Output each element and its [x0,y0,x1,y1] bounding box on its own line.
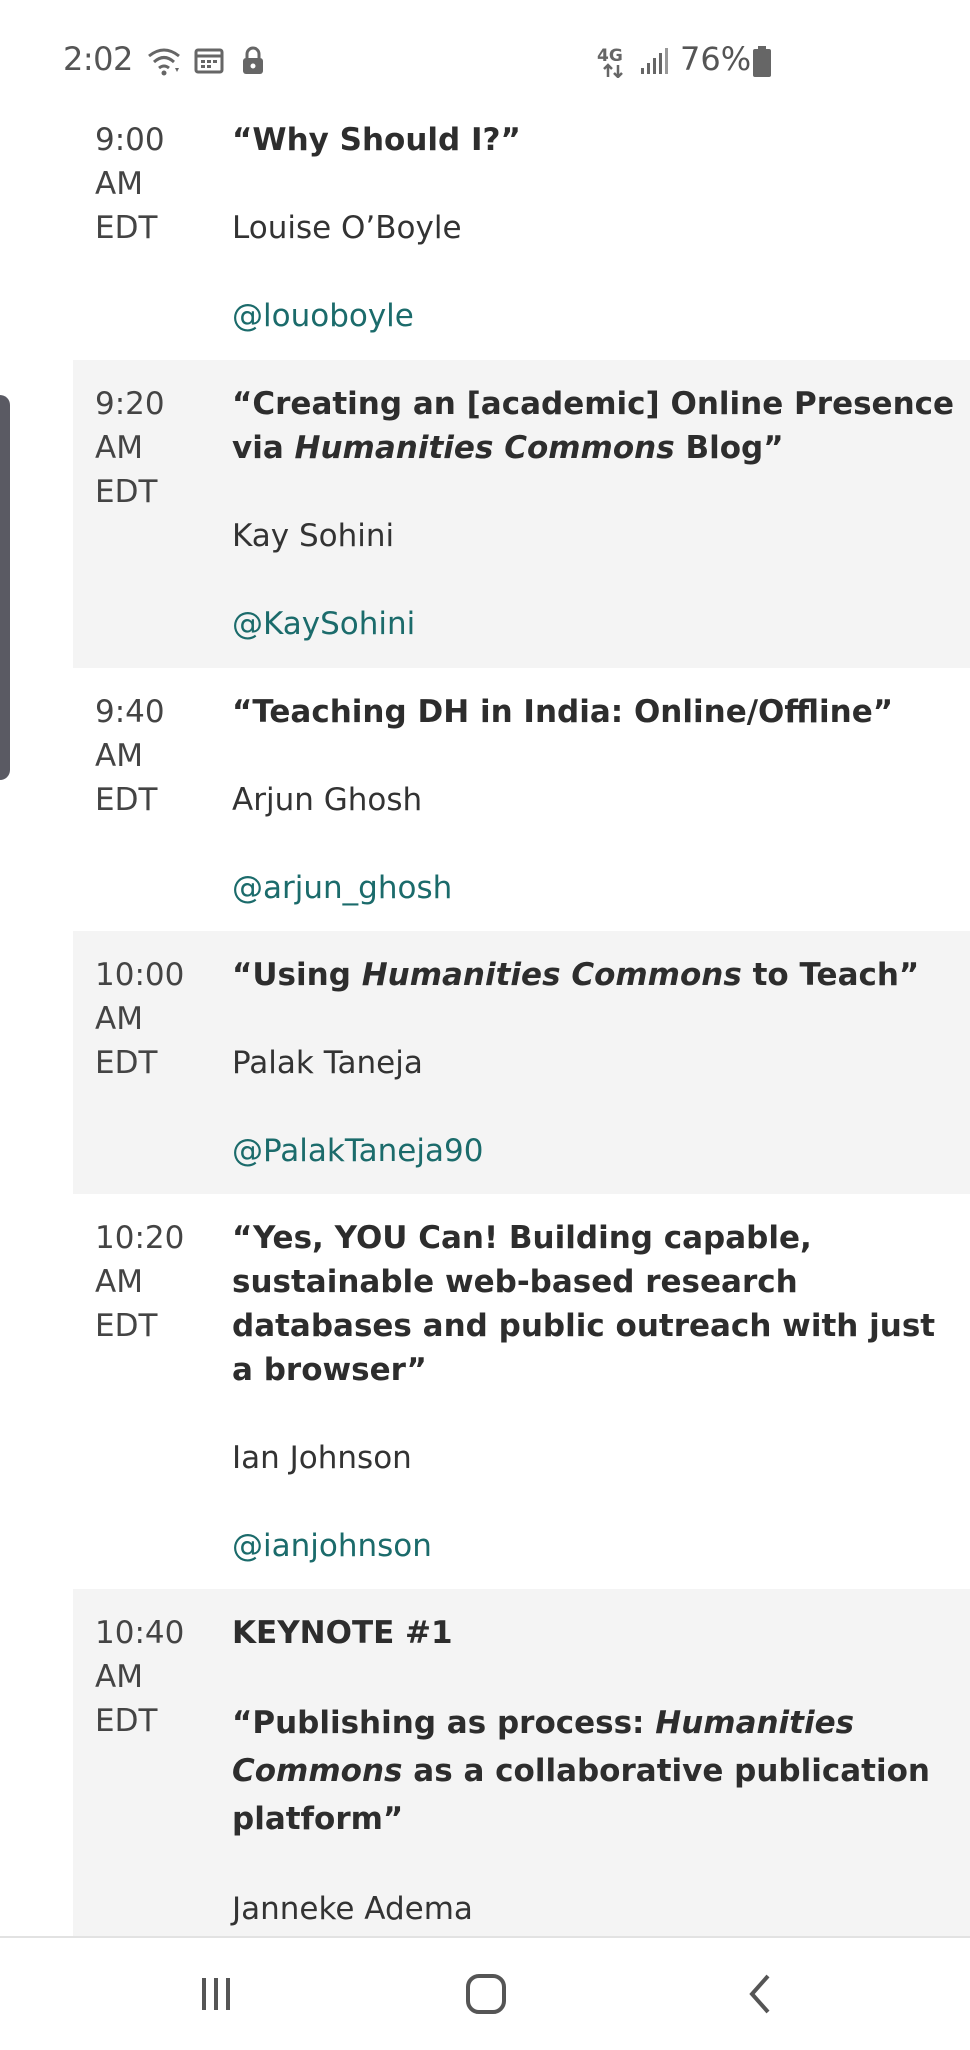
session-details: “Using Humanities Commons to Teach” Pala… [232,953,957,1173]
navigation-bar [0,1936,970,2050]
session-time: 10:40 AM EDT [95,1615,185,1739]
schedule-row: 9:00 AM EDT “Why Should I?” Louise O’Boy… [73,118,970,360]
session-details: “Why Should I?” Louise O’Boyle @louoboyl… [232,118,957,338]
session-time: 10:20 AM EDT [95,1220,185,1344]
session-title: “Using Humanities Commons to Teach” [232,957,920,993]
speaker-name: Ian Johnson [232,1440,412,1476]
schedule-row: 9:20 AM EDT “Creating an [academic] Onli… [73,360,970,668]
schedule-row: 10:00 AM EDT “Using Humanities Commons t… [73,931,970,1194]
session-title: “Publishing as process: Humanities Commo… [232,1705,930,1837]
speaker-name: Palak Taneja [232,1045,423,1081]
speaker-name: Louise O’Boyle [232,210,462,246]
session-title: “Creating an [academic] Online Presence … [232,386,955,466]
speaker-handle-link[interactable]: @ianjohnson [232,1524,957,1568]
speaker-handle-link[interactable]: @louoboyle [232,294,957,338]
back-icon[interactable] [730,1964,790,2024]
session-details: KEYNOTE #1 “Publishing as process: Human… [232,1611,957,1975]
session-details: “Yes, YOU Can! Building capable, sustain… [232,1216,957,1568]
speaker-name: Kay Sohini [232,518,395,554]
session-time: 10:00 AM EDT [95,957,185,1081]
battery-icon [753,46,771,77]
session-details: “Teaching DH in India: Online/Offline” A… [232,690,957,910]
session-title: “Teaching DH in India: Online/Offline” [232,694,894,730]
schedule-row: 10:40 AM EDT KEYNOTE #1 “Publishing as p… [73,1589,970,1949]
recents-icon[interactable] [186,1964,246,2024]
session-time: 9:20 AM EDT [95,386,165,510]
keynote-label: KEYNOTE #1 [232,1615,453,1651]
speaker-name: Janneke Adema [232,1891,473,1927]
session-title: “Why Should I?” [232,122,521,158]
speaker-handle-link[interactable]: @PalakTaneja90 [232,1129,957,1173]
speaker-handle-link[interactable]: @KaySohini [232,602,957,646]
4g-icon: 4G [597,46,623,78]
calendar-icon [194,48,224,74]
battery-percentage: 76% [680,40,752,78]
svg-text:4G: 4G [597,46,623,66]
lock-icon [243,46,263,74]
speaker-name: Arjun Ghosh [232,782,423,818]
status-bar: 2:02 4G 76% [0,0,970,118]
home-icon[interactable] [456,1964,516,2024]
signal-icon [641,48,668,74]
schedule-list: 9:00 AM EDT “Why Should I?” Louise O’Boy… [73,118,970,1949]
session-time: 9:00 AM EDT [95,122,165,246]
session-title: “Yes, YOU Can! Building capable, sustain… [232,1220,936,1388]
schedule-row: 10:20 AM EDT “Yes, YOU Can! Building cap… [73,1194,970,1589]
session-time: 9:40 AM EDT [95,694,165,818]
edge-panel-handle[interactable] [0,395,10,780]
status-time: 2:02 [63,40,133,78]
session-details: “Creating an [academic] Online Presence … [232,382,957,646]
schedule-row: 9:40 AM EDT “Teaching DH in India: Onlin… [73,668,970,931]
speaker-handle-link[interactable]: @arjun_ghosh [232,866,957,910]
wifi-icon [148,48,180,76]
